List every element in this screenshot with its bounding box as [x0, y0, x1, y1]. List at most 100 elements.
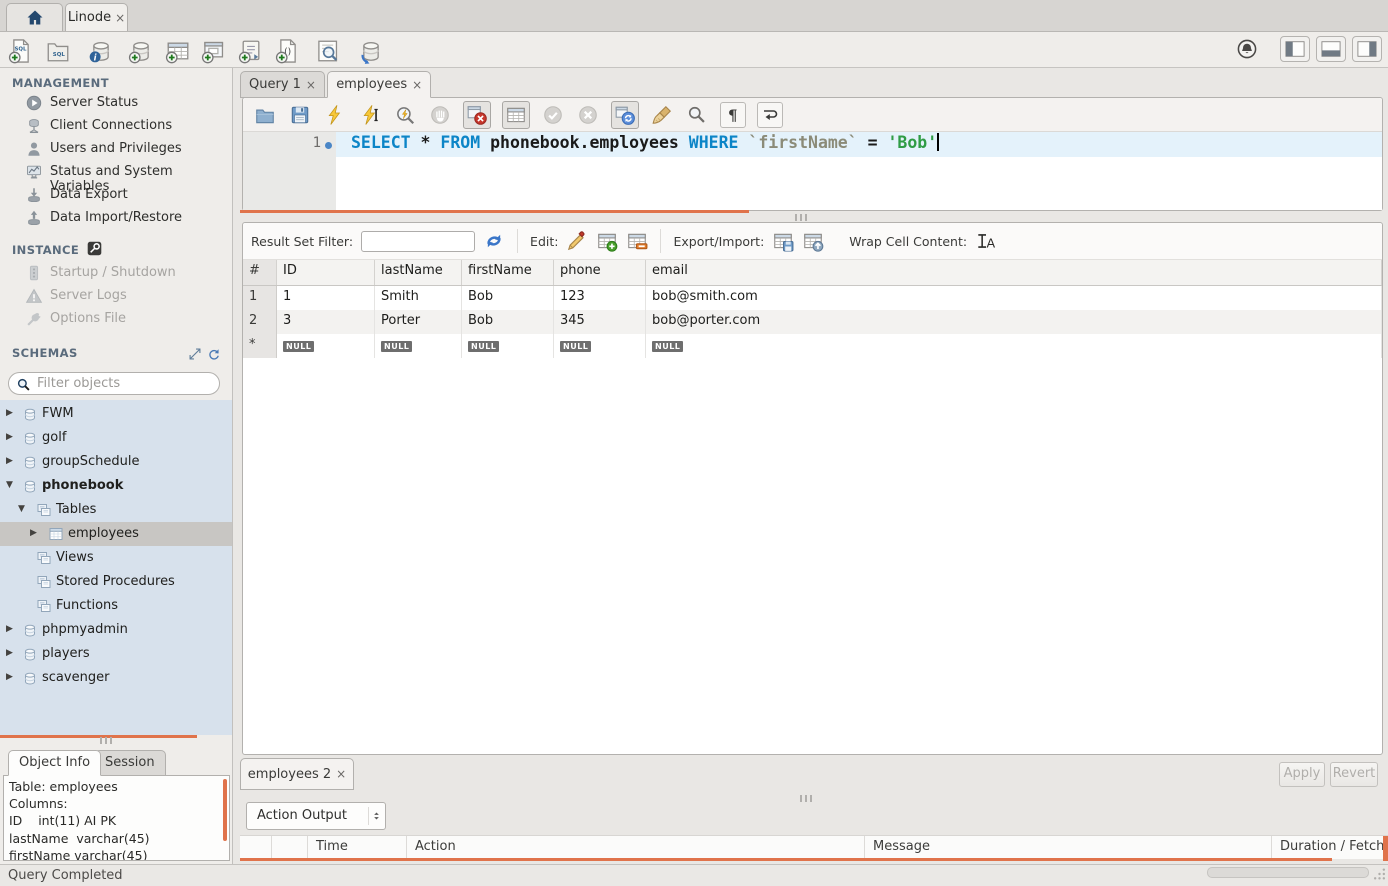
- stop-query-button[interactable]: [428, 103, 452, 127]
- sidebar-splitter[interactable]: [0, 735, 197, 738]
- result-cell-null[interactable]: NULL: [462, 334, 554, 358]
- toggle-wrap-button[interactable]: [757, 102, 783, 128]
- query-tab-employees[interactable]: employees×: [327, 71, 431, 98]
- column-header-phone[interactable]: phone: [554, 260, 646, 285]
- tree-item-groupschedule[interactable]: ▶groupSchedule: [0, 450, 232, 474]
- toggle-left-panel-button[interactable]: [1280, 36, 1310, 62]
- result-row[interactable]: 23PorterBob345bob@porter.com: [243, 310, 1382, 334]
- result-cell[interactable]: bob@porter.com: [646, 310, 1382, 334]
- tree-item-phpmyadmin[interactable]: ▶phpmyadmin: [0, 618, 232, 642]
- connection-tab-linode[interactable]: Linode ×: [65, 3, 128, 31]
- window-resize-grip[interactable]: [1373, 867, 1386, 881]
- placeholder-row[interactable]: *NULLNULLNULLNULLNULL: [243, 334, 1382, 358]
- chevron-right-icon[interactable]: ▶: [6, 408, 13, 418]
- tab-object-info[interactable]: Object Info: [8, 750, 101, 776]
- sidebar-item-data-export[interactable]: Data Export: [0, 184, 232, 207]
- commit-button[interactable]: [541, 103, 565, 127]
- sidebar-item-data-import-restore[interactable]: Data Import/Restore: [0, 207, 232, 230]
- wrap-cell-content-icon[interactable]: A: [975, 230, 997, 252]
- tree-item-fwm[interactable]: ▶FWM: [0, 402, 232, 426]
- result-cell-null[interactable]: NULL: [646, 334, 1382, 358]
- result-cell[interactable]: Bob: [462, 286, 554, 310]
- column-header-[interactable]: #: [243, 260, 277, 285]
- tab-session[interactable]: Session: [94, 750, 166, 776]
- clear-query-button[interactable]: [650, 103, 674, 127]
- action-output-splitter[interactable]: [240, 858, 1332, 861]
- chevron-right-icon[interactable]: ▶: [6, 648, 13, 658]
- new-query-tab-button[interactable]: SQL: [8, 38, 34, 64]
- schema-filter-input[interactable]: [37, 374, 213, 393]
- sidebar-item-options-file[interactable]: Options File: [0, 308, 232, 331]
- sql-editor[interactable]: 1 SELECT * FROM phonebook.employees WHER…: [243, 132, 1382, 210]
- result-cell-null[interactable]: NULL: [277, 334, 375, 358]
- tree-item-golf[interactable]: ▶golf: [0, 426, 232, 450]
- expand-schemas-icon[interactable]: [188, 347, 202, 361]
- limit-rows-button[interactable]: [502, 101, 530, 129]
- tree-item-players[interactable]: ▶players: [0, 642, 232, 666]
- toggle-bottom-panel-button[interactable]: [1316, 36, 1346, 62]
- result-row[interactable]: 11SmithBob123bob@smith.com: [243, 286, 1382, 310]
- apply-button[interactable]: Apply: [1279, 762, 1325, 787]
- result-cell[interactable]: 3: [277, 310, 375, 334]
- object-info-scrollbar[interactable]: [223, 779, 227, 841]
- chevron-right-icon[interactable]: ▶: [6, 624, 13, 634]
- close-tab-icon[interactable]: ×: [412, 78, 422, 92]
- tree-item-views[interactable]: Views: [0, 546, 232, 570]
- database-sync-button[interactable]: [358, 38, 384, 64]
- editor-result-splitter[interactable]: [240, 210, 749, 213]
- sidebar-item-users-and-privileges[interactable]: Users and Privileges: [0, 138, 232, 161]
- save-script-button[interactable]: [288, 103, 312, 127]
- inspect-database-button[interactable]: i: [88, 38, 114, 64]
- tree-item-stored-procedures[interactable]: Stored Procedures: [0, 570, 232, 594]
- notifications-icon[interactable]: [1236, 38, 1258, 60]
- column-header-firstname[interactable]: firstName: [462, 260, 554, 285]
- chevron-right-icon[interactable]: ▶: [6, 456, 13, 466]
- result-cell[interactable]: 345: [554, 310, 646, 334]
- chevron-right-icon[interactable]: ▶: [6, 432, 13, 442]
- tree-item-employees[interactable]: ▶employees: [0, 522, 232, 546]
- result-cell-null[interactable]: NULL: [554, 334, 646, 358]
- sidebar-splitter-grip[interactable]: [100, 737, 112, 744]
- result-cell[interactable]: bob@smith.com: [646, 286, 1382, 310]
- query-tab-query-1[interactable]: Query 1×: [240, 71, 325, 98]
- explain-plan-button[interactable]: [393, 103, 417, 127]
- resultset-tab-employees-2[interactable]: employees 2 ×: [240, 758, 354, 790]
- create-procedure-button[interactable]: [238, 38, 264, 64]
- create-function-button[interactable]: (): [275, 38, 301, 64]
- tree-item-scavenger[interactable]: ▶scavenger: [0, 666, 232, 690]
- stop-on-error-button[interactable]: [463, 101, 491, 129]
- execute-current-button[interactable]: [358, 103, 382, 127]
- sidebar-item-server-status[interactable]: Server Status: [0, 92, 232, 115]
- result-filter-input[interactable]: [361, 231, 475, 252]
- search-table-data-button[interactable]: [315, 38, 341, 64]
- column-header-lastname[interactable]: lastName: [375, 260, 462, 285]
- result-cell[interactable]: 123: [554, 286, 646, 310]
- find-button[interactable]: [685, 103, 709, 127]
- delete-row-icon[interactable]: [626, 230, 648, 252]
- create-schema-button[interactable]: [128, 38, 154, 64]
- execute-query-button[interactable]: [323, 103, 347, 127]
- open-sql-script-button[interactable]: SQL: [45, 38, 71, 64]
- result-cell[interactable]: Porter: [375, 310, 462, 334]
- refresh-schemas-icon[interactable]: [207, 347, 221, 361]
- edit-record-icon[interactable]: [566, 230, 588, 252]
- close-tab-icon[interactable]: ×: [306, 78, 316, 92]
- horizontal-scrollbar-thumb[interactable]: [1207, 867, 1369, 878]
- sidebar-item-status-and-system-variables[interactable]: Status and System Variables: [0, 161, 232, 184]
- sidebar-item-startup-shutdown[interactable]: Startup / Shutdown: [0, 262, 232, 285]
- export-resultset-icon[interactable]: [772, 230, 794, 252]
- refresh-resultset-icon[interactable]: [483, 230, 505, 252]
- chevron-right-icon[interactable]: ▶: [6, 672, 13, 682]
- tree-item-functions[interactable]: Functions: [0, 594, 232, 618]
- close-resultset-tab-icon[interactable]: ×: [336, 767, 346, 781]
- editor-result-splitter-grip[interactable]: [795, 214, 807, 221]
- sidebar-item-server-logs[interactable]: Server Logs: [0, 285, 232, 308]
- revert-button[interactable]: Revert: [1330, 762, 1378, 787]
- result-cell-null[interactable]: NULL: [375, 334, 462, 358]
- create-table-button[interactable]: [165, 38, 191, 64]
- insert-row-icon[interactable]: [596, 230, 618, 252]
- output-splitter-grip[interactable]: [800, 795, 812, 802]
- chevron-down-icon[interactable]: ▼: [6, 480, 13, 490]
- toggle-right-panel-button[interactable]: [1352, 36, 1382, 62]
- column-header-email[interactable]: email: [646, 260, 1382, 285]
